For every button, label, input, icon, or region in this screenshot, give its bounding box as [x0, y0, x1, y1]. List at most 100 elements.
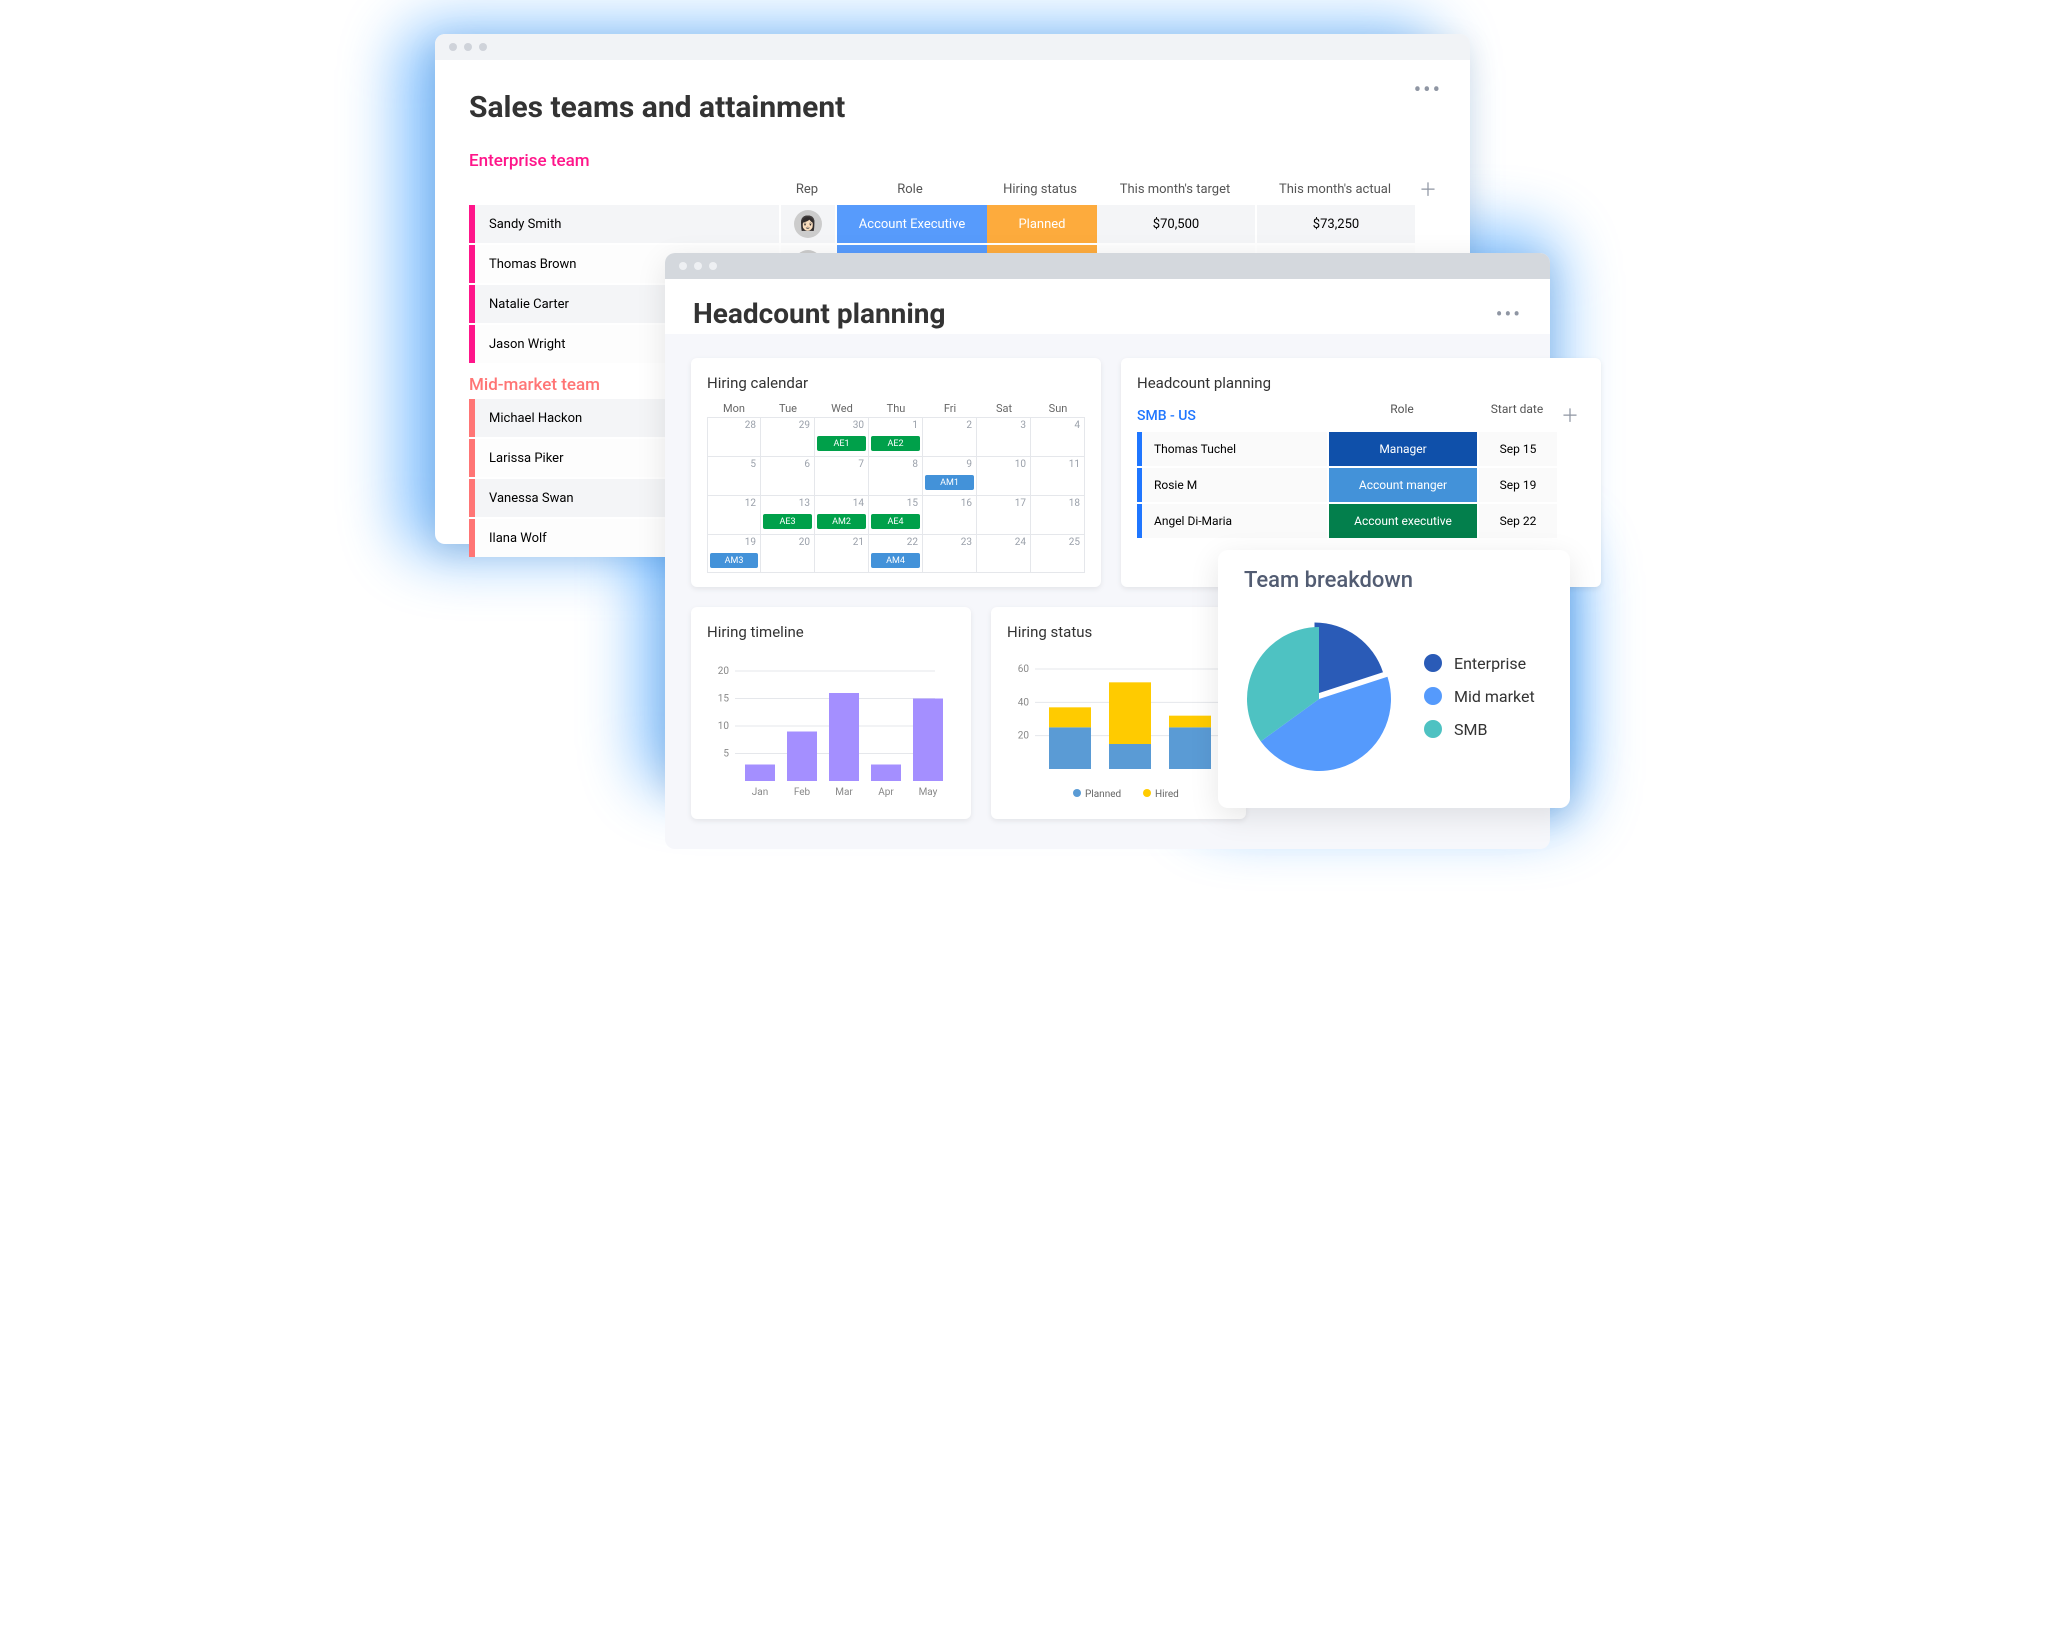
calendar-cell[interactable]: 1AE2 — [869, 418, 923, 456]
legend-swatch — [1424, 720, 1442, 738]
calendar-cell[interactable]: 19AM3 — [707, 535, 761, 573]
calendar-cell[interactable]: 30AE1 — [815, 418, 869, 456]
svg-text:May: May — [919, 787, 938, 798]
card-title: Hiring timeline — [707, 623, 955, 641]
legend-item: SMB — [1424, 720, 1535, 739]
board-title: Sales teams and attainment — [469, 90, 1436, 125]
column-header[interactable]: Start date — [1477, 402, 1557, 428]
calendar-cell[interactable]: 6 — [761, 457, 815, 495]
role-chip[interactable]: Account manger — [1329, 468, 1477, 502]
legend-item: Mid market — [1424, 687, 1535, 706]
add-column-icon[interactable]: ＋ — [1557, 402, 1583, 428]
date-cell: Sep 19 — [1479, 468, 1557, 502]
calendar-cell[interactable]: 28 — [707, 418, 761, 456]
calendar-day-header: Sat — [977, 402, 1031, 415]
calendar-event[interactable]: AE1 — [817, 436, 866, 451]
rep-cell[interactable]: 👩🏻 — [781, 205, 835, 243]
calendar-cell[interactable]: 7 — [815, 457, 869, 495]
hiring-status-chart: 20 40 60 Planned Hired — [1007, 651, 1232, 801]
column-header[interactable]: Role — [1327, 402, 1477, 428]
board-menu-icon[interactable]: ••• — [1414, 78, 1442, 103]
calendar-day-header: Thu — [869, 402, 923, 415]
calendar-cell[interactable]: 11 — [1031, 457, 1085, 495]
calendar-cell[interactable]: 15AE4 — [869, 496, 923, 534]
calendar-cell[interactable]: 2 — [923, 418, 977, 456]
calendar-event[interactable]: AM4 — [871, 553, 920, 568]
svg-text:Planned: Planned — [1085, 789, 1121, 800]
calendar-event[interactable]: AE4 — [871, 514, 920, 529]
svg-text:Feb: Feb — [794, 787, 811, 798]
svg-text:Mar: Mar — [835, 787, 853, 798]
calendar-event[interactable]: AM3 — [710, 553, 758, 568]
group-title[interactable]: Enterprise team — [469, 151, 1449, 171]
calendar-event[interactable]: AE2 — [871, 436, 920, 451]
add-column-icon[interactable]: ＋ — [1415, 176, 1441, 202]
calendar-event[interactable]: AM2 — [817, 514, 866, 529]
legend-label: Mid market — [1454, 687, 1535, 706]
column-header[interactable]: This month's target — [1095, 182, 1255, 197]
svg-text:20: 20 — [1018, 731, 1030, 742]
calendar-cell[interactable]: 14AM2 — [815, 496, 869, 534]
calendar-cell[interactable]: 17 — [977, 496, 1031, 534]
calendar-event[interactable]: AE3 — [763, 514, 812, 529]
legend-swatch — [1424, 687, 1442, 705]
calendar-cell[interactable]: 29 — [761, 418, 815, 456]
role-chip[interactable]: Account executive — [1329, 504, 1477, 538]
role-chip[interactable]: Account Executive — [837, 205, 987, 243]
calendar-cell[interactable]: 21 — [815, 535, 869, 573]
name-cell[interactable]: Angel Di-Maria — [1137, 504, 1327, 538]
calendar-cell[interactable]: 16 — [923, 496, 977, 534]
target-cell: $70,500 — [1097, 205, 1255, 243]
group-title[interactable]: SMB - US — [1137, 408, 1327, 424]
table-row[interactable]: Rosie M Account manger Sep 19 — [1137, 468, 1585, 502]
name-cell[interactable]: Rosie M — [1137, 468, 1327, 502]
bar — [913, 699, 943, 782]
calendar-cell[interactable]: 24 — [977, 535, 1031, 573]
hiring-timeline-chart: 5 10 15 20 Jan Feb Mar Apr May — [707, 651, 957, 801]
calendar-cell[interactable]: 8 — [869, 457, 923, 495]
window-chrome — [665, 253, 1550, 279]
card-title: Headcount planning — [1137, 374, 1585, 392]
team-breakdown-window: Team breakdown Enterprise Mid market SMB — [1218, 550, 1570, 808]
hiring-calendar-card: Hiring calendar MonTueWedThuFriSatSun282… — [691, 358, 1101, 587]
calendar-cell[interactable]: 23 — [923, 535, 977, 573]
calendar-cell[interactable]: 9AM1 — [923, 457, 977, 495]
bar — [871, 765, 901, 782]
calendar-cell[interactable]: 10 — [977, 457, 1031, 495]
calendar-cell[interactable]: 4 — [1031, 418, 1085, 456]
svg-text:40: 40 — [1018, 697, 1030, 708]
svg-text:Apr: Apr — [878, 787, 894, 798]
column-header[interactable]: Hiring status — [985, 182, 1095, 197]
table-row[interactable]: Angel Di-Maria Account executive Sep 22 — [1137, 504, 1585, 538]
card-title: Hiring status — [1007, 623, 1230, 641]
calendar-cell[interactable]: 12 — [707, 496, 761, 534]
hiring-status-card: Hiring status 20 40 60 Planned Hired — [991, 607, 1246, 819]
window-chrome — [435, 34, 1470, 60]
calendar-cell[interactable]: 13AE3 — [761, 496, 815, 534]
bar — [745, 765, 775, 782]
svg-text:Hired: Hired — [1155, 789, 1179, 800]
calendar-cell[interactable]: 22AM4 — [869, 535, 923, 573]
name-cell[interactable]: Thomas Tuchel — [1137, 432, 1327, 466]
role-chip[interactable]: Manager — [1329, 432, 1477, 466]
calendar-cell[interactable]: 3 — [977, 418, 1031, 456]
bar — [1169, 716, 1211, 728]
calendar-event[interactable]: AM1 — [925, 475, 974, 490]
legend-swatch — [1424, 654, 1442, 672]
svg-text:Jan: Jan — [752, 787, 768, 798]
name-cell[interactable]: Sandy Smith — [469, 205, 779, 243]
calendar-cell[interactable]: 5 — [707, 457, 761, 495]
column-header[interactable]: This month's actual — [1255, 182, 1415, 197]
calendar-cell[interactable]: 20 — [761, 535, 815, 573]
table-row[interactable]: Thomas Tuchel Manager Sep 15 — [1137, 432, 1585, 466]
column-header[interactable]: Role — [835, 182, 985, 197]
board-title: Headcount planning — [693, 297, 945, 330]
table-row[interactable]: Sandy Smith👩🏻Account ExecutivePlanned$70… — [469, 205, 1449, 243]
team-breakdown-pie — [1244, 621, 1394, 771]
board-menu-icon[interactable]: ••• — [1496, 302, 1522, 326]
calendar-cell[interactable]: 25 — [1031, 535, 1085, 573]
svg-text:60: 60 — [1018, 664, 1030, 675]
column-header[interactable]: Rep — [779, 182, 835, 197]
status-chip[interactable]: Planned — [987, 205, 1097, 243]
calendar-cell[interactable]: 18 — [1031, 496, 1085, 534]
